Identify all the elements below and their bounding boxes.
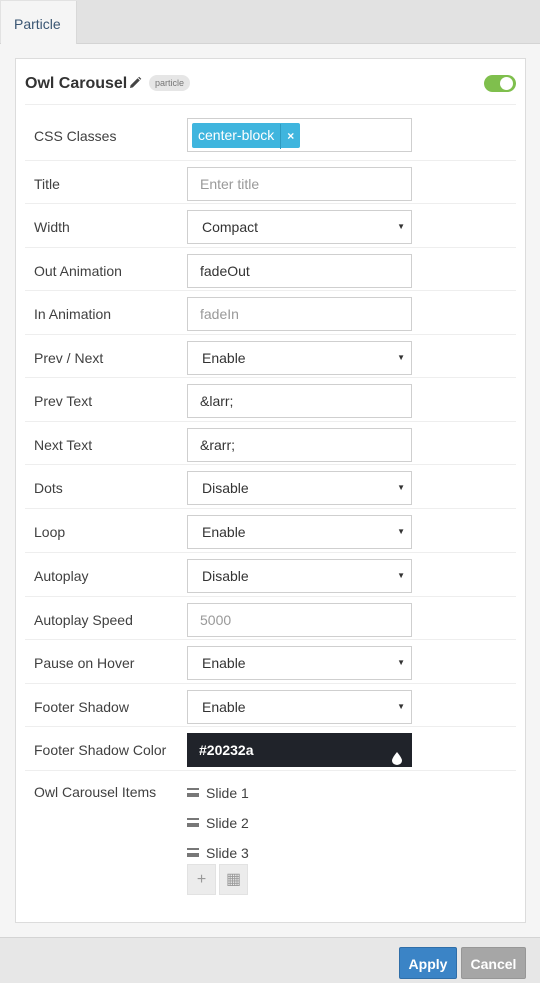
list-item[interactable]: Slide 1: [187, 785, 249, 815]
loop-select[interactable]: Enable ▼: [187, 515, 412, 549]
select-value: Enable: [202, 524, 246, 540]
slide-label: Slide 3: [206, 845, 249, 861]
field-row-loop: Loop Enable ▼: [25, 509, 516, 553]
drag-handle-icon[interactable]: [187, 788, 199, 797]
field-label: Autoplay Speed: [34, 612, 133, 628]
drag-handle-icon[interactable]: [187, 848, 199, 857]
caret-down-icon: ▼: [397, 483, 405, 492]
prev-text-input[interactable]: &larr;: [187, 384, 412, 418]
caret-down-icon: ▼: [397, 527, 405, 536]
select-value: Enable: [202, 699, 246, 715]
particle-title: Owl Carousel: [25, 75, 128, 92]
select-value: Enable: [202, 655, 246, 671]
tab-particle[interactable]: Particle: [1, 1, 77, 45]
caret-down-icon: ▼: [397, 571, 405, 580]
list-item[interactable]: Slide 2: [187, 815, 249, 845]
field-row-dots: Dots Disable ▼: [25, 465, 516, 509]
field-row-autoplay-speed: Autoplay Speed 5000: [25, 597, 516, 640]
footer-shadow-select[interactable]: Enable ▼: [187, 690, 412, 724]
grid-view-button[interactable]: ▦: [219, 864, 248, 895]
field-label: In Animation: [34, 306, 112, 322]
tab-bar: Particle: [0, 0, 540, 45]
title-input[interactable]: Enter title: [187, 167, 412, 201]
field-row-next-text: Next Text &rarr;: [25, 422, 516, 465]
width-select[interactable]: Compact ▼: [187, 210, 412, 244]
field-label: Out Animation: [34, 263, 122, 279]
particle-card: Owl Carousel particle CSS Classes center-…: [15, 58, 526, 923]
field-label: Loop: [34, 524, 66, 540]
dots-select[interactable]: Disable ▼: [187, 471, 412, 505]
field-label: Title: [34, 176, 60, 192]
apply-button[interactable]: Apply: [399, 947, 457, 979]
field-label: Prev Text: [34, 393, 93, 409]
field-row-prev-next: Prev / Next Enable ▼: [25, 335, 516, 378]
prev-next-select[interactable]: Enable ▼: [187, 341, 412, 375]
content-area: Owl Carousel particle CSS Classes center-…: [0, 44, 540, 937]
field-row-pause-on-hover: Pause on Hover Enable ▼: [25, 640, 516, 684]
select-value: Compact: [202, 219, 259, 235]
modal-footer: Apply Cancel: [0, 937, 540, 983]
tag-chip: center-block ×: [192, 123, 301, 149]
color-value: #20232a: [199, 742, 254, 758]
owl-carousel-items-row: Owl Carousel Items Slide 1 Slide 2 Slide 3 +…: [25, 771, 516, 921]
pencil-icon[interactable]: [128, 76, 142, 90]
tag-remove-icon[interactable]: ×: [280, 124, 294, 149]
footer-shadow-color-picker[interactable]: #20232a: [187, 733, 412, 767]
field-label: CSS Classes: [34, 128, 117, 144]
field-row-in-animation: In Animation fadeIn: [25, 291, 516, 335]
cancel-button[interactable]: Cancel: [461, 947, 526, 979]
select-value: Disable: [202, 568, 249, 584]
field-row-width: Width Compact ▼: [25, 204, 516, 248]
drag-handle-icon[interactable]: [187, 818, 199, 827]
caret-down-icon: ▼: [397, 353, 405, 362]
css-classes-input[interactable]: center-block ×: [187, 118, 412, 152]
field-row-footer-shadow: Footer Shadow Enable ▼: [25, 684, 516, 727]
add-item-button[interactable]: +: [187, 864, 216, 895]
next-text-input[interactable]: &rarr;: [187, 428, 412, 462]
enable-toggle[interactable]: [484, 75, 516, 92]
in-animation-input[interactable]: fadeIn: [187, 297, 412, 331]
out-animation-input[interactable]: fadeOut: [187, 254, 412, 288]
particle-type-badge: particle: [149, 75, 191, 91]
field-label: Pause on Hover: [34, 655, 135, 671]
select-value: Enable: [202, 350, 246, 366]
droplet-icon[interactable]: [392, 743, 402, 765]
field-label: Next Text: [34, 437, 93, 453]
field-row-footer-shadow-color: Footer Shadow Color #20232a: [25, 727, 516, 771]
field-label: Autoplay: [34, 568, 89, 584]
pause-on-hover-select[interactable]: Enable ▼: [187, 646, 412, 680]
slide-list: Slide 1 Slide 2 Slide 3: [187, 785, 249, 875]
tag-label: center-block: [198, 127, 275, 143]
field-row-out-animation: Out Animation fadeOut: [25, 248, 516, 291]
field-label: Dots: [34, 480, 63, 496]
field-row-prev-text: Prev Text &larr;: [25, 378, 516, 422]
slide-label: Slide 2: [206, 815, 249, 831]
field-label: Width: [34, 219, 70, 235]
caret-down-icon: ▼: [397, 702, 405, 711]
slide-label: Slide 1: [206, 785, 249, 801]
field-row-autoplay: Autoplay Disable ▼: [25, 553, 516, 597]
field-label: Footer Shadow Color: [34, 742, 167, 758]
card-header: Owl Carousel particle: [25, 59, 516, 105]
caret-down-icon: ▼: [397, 658, 405, 667]
field-row-title: Title Enter title: [25, 161, 516, 204]
select-value: Disable: [202, 480, 249, 496]
field-label: Footer Shadow: [34, 699, 129, 715]
field-label: Prev / Next: [34, 350, 104, 366]
field-row-css-classes: CSS Classes center-block ×: [25, 107, 516, 161]
field-label: Owl Carousel Items: [34, 784, 157, 800]
autoplay-speed-input[interactable]: 5000: [187, 603, 412, 637]
autoplay-select[interactable]: Disable ▼: [187, 559, 412, 593]
caret-down-icon: ▼: [397, 222, 405, 231]
